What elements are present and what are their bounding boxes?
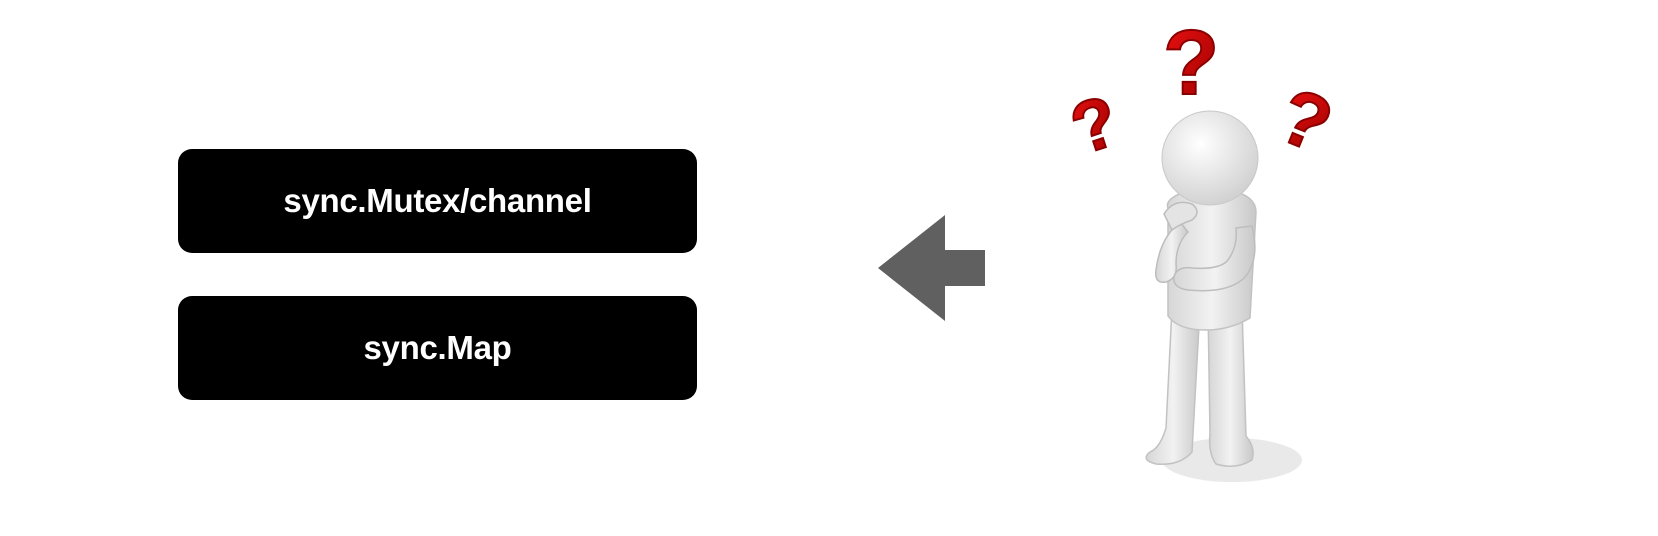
diagram-canvas: sync.Mutex/channel sync.Map ? ? ? [0,0,1658,536]
svg-text:?: ? [1267,70,1344,169]
confused-person-icon: ? ? ? [1061,11,1345,482]
question-mark-icon: ? [1266,69,1345,170]
question-mark-icon: ? [1162,11,1220,115]
figure-head [1161,110,1259,206]
svg-text:?: ? [1163,12,1219,114]
option-box-sync-map: sync.Map [178,296,697,400]
figure-left-leg [1145,307,1201,465]
svg-text:?: ? [1062,81,1129,171]
option-box-mutex-channel: sync.Mutex/channel [178,149,697,253]
option-label: sync.Map [363,329,512,366]
figure-right-leg [1207,307,1254,467]
arrow-left-icon [878,215,985,321]
option-label: sync.Mutex/channel [283,182,592,219]
question-mark-icon: ? [1061,80,1130,172]
